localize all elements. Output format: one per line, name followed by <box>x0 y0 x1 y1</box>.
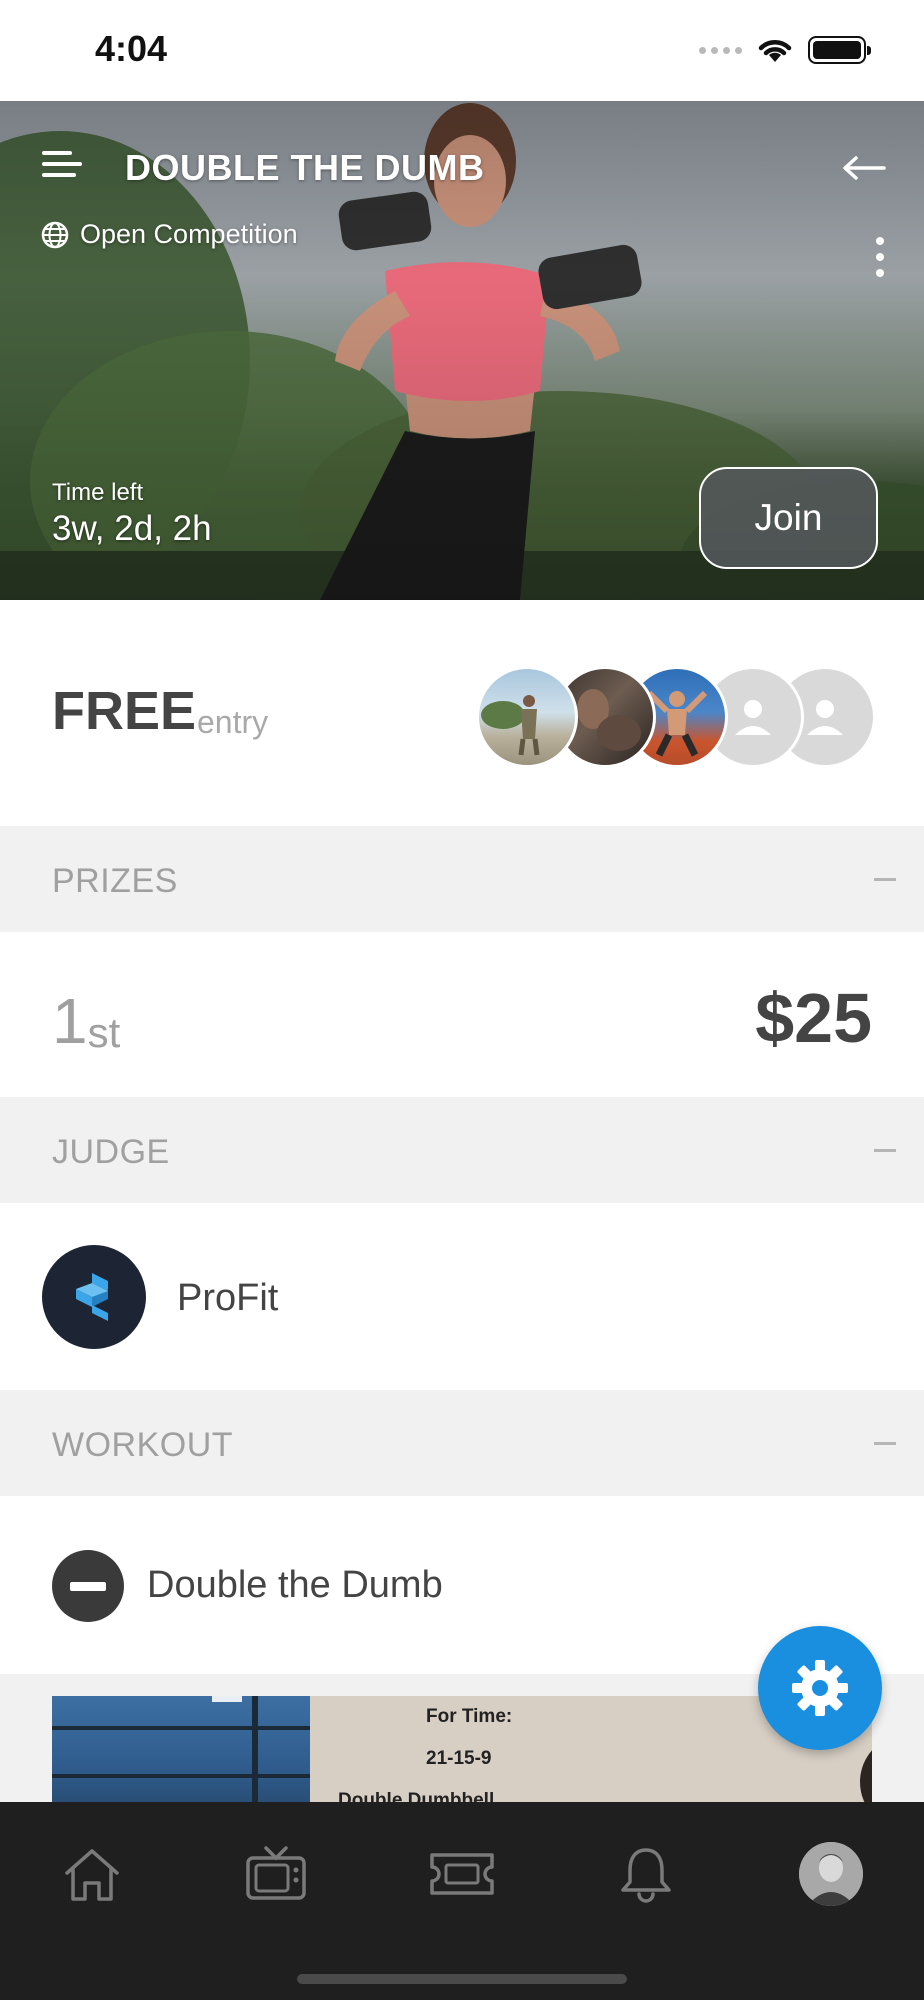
status-bar: 4:04 <box>0 0 924 101</box>
profit-logo-icon <box>76 1273 108 1321</box>
participant-avatars[interactable] <box>476 666 876 768</box>
status-icons <box>699 36 871 64</box>
join-button[interactable]: Join <box>699 467 878 569</box>
workout-name: Double the Dumb <box>147 1564 443 1606</box>
judge-name[interactable]: ProFit <box>177 1277 278 1320</box>
judge-row[interactable]: ProFit <box>0 1203 924 1390</box>
gear-icon <box>792 1660 848 1716</box>
section-title-prizes: PRIZES <box>52 862 178 900</box>
workout-media-line: Double Dumbbell <box>338 1790 495 1802</box>
time-left-value: 3w, 2d, 2h <box>52 509 212 548</box>
home-icon <box>65 1849 119 1901</box>
workout-video-thumbnail[interactable]: For Time: 21-15-9 Double Dumbbell <box>52 1696 872 1802</box>
section-header-workout[interactable]: WORKOUT <box>0 1390 924 1496</box>
prize-row: 1st $25 <box>0 932 924 1098</box>
tab-tv[interactable] <box>236 1834 316 1914</box>
hero-banner: DOUBLE THE DUMB Open Competition Time le… <box>0 101 924 600</box>
entry-price-suffix: entry <box>197 704 269 740</box>
prize-amount: $25 <box>755 979 872 1057</box>
section-title-judge: JUDGE <box>52 1133 170 1171</box>
athlete-image <box>860 1734 872 1802</box>
tab-home[interactable] <box>52 1834 132 1914</box>
globe-icon <box>41 221 69 248</box>
tab-profile[interactable] <box>791 1834 871 1914</box>
tab-notifications[interactable] <box>606 1834 686 1914</box>
workout-media-line: 21-15-9 <box>426 1748 492 1769</box>
collapse-workout-icon[interactable] <box>52 1550 124 1622</box>
section-title-workout: WORKOUT <box>52 1426 234 1464</box>
signal-icon <box>699 46 742 54</box>
prize-place: 1st <box>52 985 121 1057</box>
judge-logo[interactable] <box>42 1245 146 1349</box>
tv-icon <box>246 1846 306 1900</box>
bell-icon <box>621 1848 671 1903</box>
wifi-icon <box>758 40 792 62</box>
collapse-icon[interactable] <box>874 878 896 881</box>
tab-tickets[interactable] <box>422 1834 502 1914</box>
collapse-icon[interactable] <box>874 1442 896 1445</box>
competition-type-label: Open Competition <box>80 219 298 249</box>
settings-button[interactable] <box>758 1626 882 1750</box>
person-icon <box>807 700 843 735</box>
entry-price: FREE <box>52 681 197 741</box>
entry-row: FREE entry <box>0 600 924 826</box>
gym-image <box>52 1696 310 1802</box>
status-time: 4:04 <box>95 28 168 69</box>
profile-avatar[interactable] <box>799 1842 863 1906</box>
section-header-prizes[interactable]: PRIZES <box>0 826 924 932</box>
section-header-judge[interactable]: JUDGE <box>0 1097 924 1203</box>
home-indicator <box>297 1974 627 1984</box>
back-arrow-icon[interactable] <box>842 153 886 183</box>
menu-icon[interactable] <box>42 151 82 191</box>
battery-icon <box>808 36 871 64</box>
more-options-icon[interactable] <box>874 237 886 277</box>
page-title: DOUBLE THE DUMB <box>125 147 485 188</box>
time-left-label: Time left <box>52 479 144 506</box>
person-icon <box>735 700 771 735</box>
competition-type: Open Competition <box>40 219 298 250</box>
participant-avatar[interactable] <box>476 666 578 768</box>
collapse-icon[interactable] <box>874 1149 896 1152</box>
tab-bar <box>0 1802 924 2000</box>
ticket-icon <box>430 1853 494 1895</box>
